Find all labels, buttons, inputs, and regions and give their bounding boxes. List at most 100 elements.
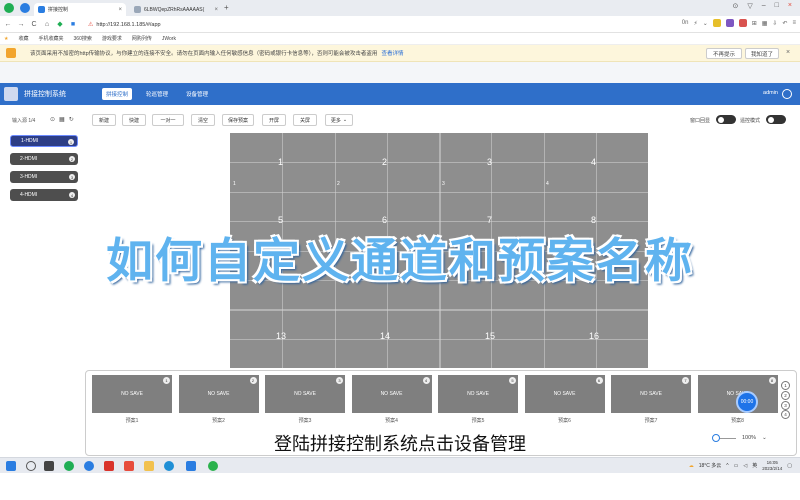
undo-icon[interactable]: ↶ [782,20,787,27]
extension-yellow-icon[interactable] [712,19,721,27]
tab-splice-control[interactable]: 拼接控制 [102,88,132,100]
search-app-icon[interactable] [84,461,94,471]
channel-item-2[interactable]: 2-HDMI 2 [10,153,78,165]
screen-on-button[interactable]: 开屏 [262,114,286,126]
tray-arrow-icon[interactable]: ^ [726,463,728,469]
channel-label: 3-HDMI [20,174,38,180]
preset-card-2[interactable]: NO SAVE 2 [178,375,259,413]
user-name[interactable]: admin [763,90,778,96]
preset-card-5[interactable]: NO SAVE 5 [438,375,518,413]
search-icon[interactable] [26,461,36,471]
tab-device-management[interactable]: 设备管理 [182,88,212,100]
system-tray: ☁ 18°C 多云 ^ ▭ ◁ 英 16:05 2023/2/14 ▢ [689,460,792,471]
tab-tour-management[interactable]: 轮巡管理 [142,88,172,100]
one-to-one-button[interactable]: 一对一 [152,114,184,126]
forward-icon[interactable]: → [16,21,26,28]
screen-label: 14 [380,331,391,341]
dismiss-button[interactable]: 不再提示 [706,48,742,59]
preset-card-4[interactable]: NO SAVE 4 [351,375,432,413]
insecure-lock-icon: ⚠ [88,22,94,28]
back-icon[interactable]: ← [3,21,13,28]
preset-page-2[interactable]: 2 [781,391,790,400]
close-window-icon[interactable]: × [788,2,792,10]
menu-icon[interactable]: ≡ [792,20,796,26]
preset-page-3[interactable]: 3 [781,401,790,410]
preset-card-3[interactable]: NO SAVE 3 [265,375,345,413]
bookmark-star-icon: ★ [4,35,9,42]
new-button[interactable]: 新建 [92,114,116,126]
wps-icon[interactable] [104,461,114,471]
grid-icon[interactable]: ▦ [762,20,768,27]
folder-icon[interactable] [144,461,154,471]
edge-icon[interactable] [164,461,174,471]
bookmark-item[interactable]: 游戏要求 [102,35,122,42]
maximize-icon[interactable]: □ [775,2,779,10]
close-icon[interactable]: × [118,7,122,13]
volume-icon[interactable]: ◁ [743,463,747,469]
quick-build-button[interactable]: 快建 [122,114,146,126]
preset-page-4[interactable]: 4 [781,410,790,419]
start-icon[interactable] [6,461,16,471]
new-tab-icon[interactable]: + [224,3,229,12]
clock[interactable]: 16:05 2023/2/14 [762,460,782,471]
network-icon[interactable]: ▭ [734,463,739,469]
browser-logo-icon [4,3,14,13]
user-avatar-icon[interactable] [782,89,792,99]
chevron-down-icon: ⌄ [342,117,348,123]
tab-splice-control[interactable]: 拼接控制 × [34,3,126,16]
history-icon[interactable]: ⊙ [733,2,739,10]
app-title: 拼接控制系统 [24,91,66,98]
got-it-button[interactable]: 我知道了 [745,48,779,59]
task-view-icon[interactable] [44,461,54,471]
channel-item-3[interactable]: 3-HDMI 3 [10,171,78,183]
preset-card-1[interactable]: NO SAVE 1 [92,375,172,413]
browser-taskbar-icon[interactable] [64,461,74,471]
bookmark-item[interactable]: 网购列传 [132,35,152,42]
home-icon[interactable]: ⌂ [42,21,52,28]
extension-icon[interactable] [20,3,30,13]
download-icon[interactable]: ⇩ [772,20,777,27]
warning-details-link[interactable]: 查看详情 [381,49,403,57]
key-icon[interactable]: 0n [682,20,689,26]
input-language[interactable]: 英 [752,462,757,469]
preset-status: NO SAVE [640,391,662,397]
preset-card-6[interactable]: NO SAVE 6 [524,375,605,413]
apps-icon[interactable]: ⊞ [752,20,757,27]
channel-item-1[interactable]: 1-HDMI 1 [10,135,78,147]
refresh-icon[interactable]: C [29,21,39,28]
minimize-icon[interactable]: – [762,2,766,10]
weather-text[interactable]: 18°C 多云 [699,462,722,469]
preset-page-1[interactable]: 1 [781,381,790,390]
shield-icon[interactable]: ▽ [747,2,752,10]
screen-off-button[interactable]: 关屏 [293,114,317,126]
more-dropdown[interactable]: 更多 ⌄ [325,114,353,126]
bookmark-item[interactable]: JWork [162,36,176,42]
extension-purple-icon[interactable] [725,19,734,27]
app-red-icon[interactable] [124,461,134,471]
url-field[interactable]: ⚠ http://192.168.1.185/#/app [88,19,648,30]
wechat-icon[interactable] [208,461,218,471]
settings-icon[interactable]: ⊙ [50,116,55,123]
close-icon[interactable]: × [786,49,790,56]
bookmark-item[interactable]: 360搜索 [74,35,92,42]
bookmark-item[interactable]: 手机收藏夹 [39,35,64,42]
remote-mode-toggle[interactable] [766,115,786,124]
shield-green-icon: ◆ [57,21,63,28]
bookmark-item[interactable]: 收藏 [18,35,28,42]
app-blue-icon[interactable] [186,461,196,471]
clear-button[interactable]: 清空 [191,114,215,126]
preset-card-7[interactable]: NO SAVE 7 [611,375,691,413]
channel-item-4[interactable]: 4-HDMI 4 [10,189,78,201]
notification-icon[interactable]: ▢ [787,463,792,469]
save-preset-button[interactable]: 保存预案 [222,114,254,126]
close-icon[interactable]: × [214,7,218,13]
tab-second[interactable]: 6LBWQepZRhRsAAAAAS( × [130,3,222,16]
screen-label: 16 [589,331,600,341]
extension-red-icon[interactable] [738,19,747,27]
chevron-down-icon[interactable]: ⌄ [703,20,708,27]
timer-fab-button[interactable]: 00:00 [736,391,758,413]
refresh-icon[interactable]: ↻ [69,116,74,123]
grid-icon[interactable]: ▦ [59,116,65,123]
flash-icon[interactable]: ⚡ [693,20,697,27]
window-echo-toggle[interactable] [716,115,736,124]
